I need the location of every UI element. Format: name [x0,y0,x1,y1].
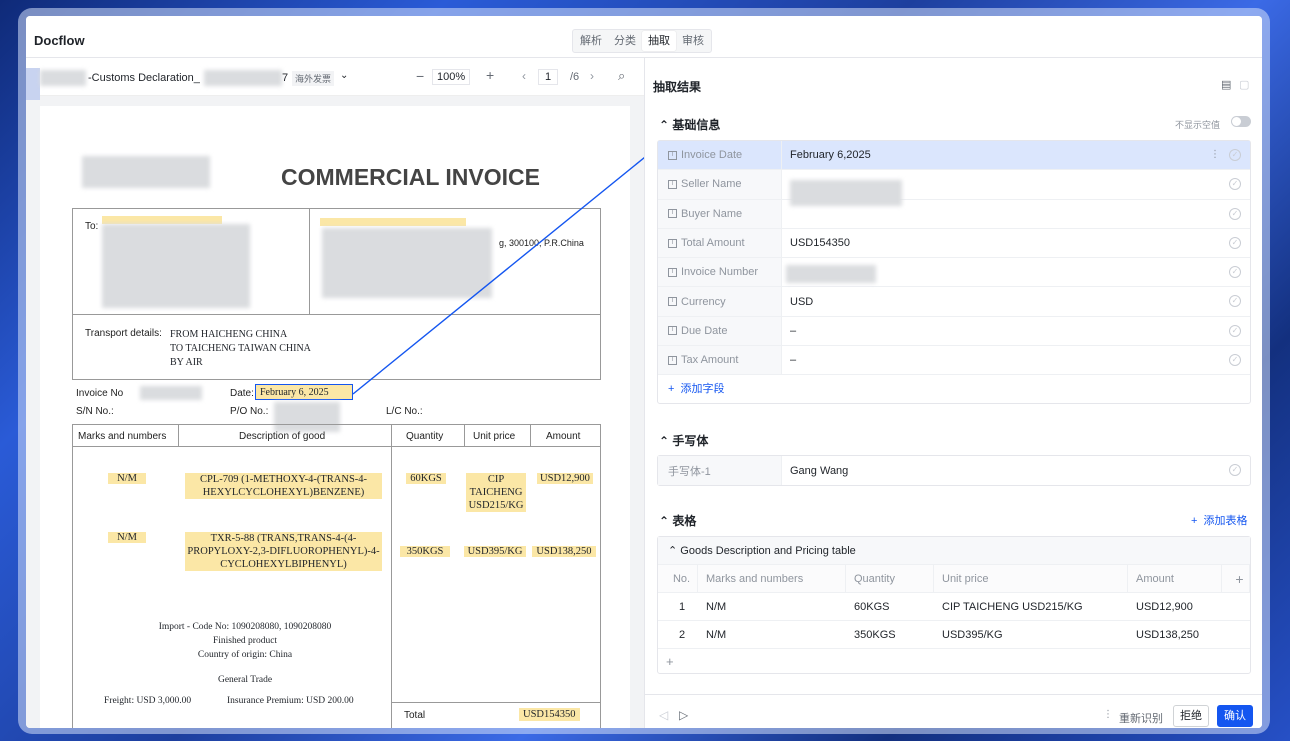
field-row-invoice-number[interactable]: T Invoice Number ✓ [658,258,1250,288]
check-circle-icon[interactable]: ✓ [1229,149,1241,161]
table-row[interactable]: 2 N/M 350KGS USD395/KG USD138,250 [658,621,1250,649]
check-circle-icon[interactable]: ✓ [1229,464,1241,476]
more-icon[interactable]: ⋮ [1103,709,1113,720]
results-panel: 抽取结果 ▤ ▢ ⌃ 基础信息 不显示空值 T Invoice Date Febru… [644,58,1262,728]
text-field-icon: T [668,150,677,160]
field-row-total-amount[interactable]: T Total Amount USD154350 ✓ [658,228,1250,259]
field-row-handwriting[interactable]: 手写体-1 Gang Wang ✓ [658,456,1250,486]
document-view-icon[interactable]: ▤ [1221,78,1231,91]
file-view-icon[interactable]: ▢ [1239,78,1249,91]
check-circle-icon[interactable]: ✓ [1229,295,1241,308]
add-row-icon[interactable]: + [658,649,1250,675]
table-header[interactable]: ⌃ 表格 [659,512,696,529]
handwriting-fields: 手写体-1 Gang Wang ✓ [657,455,1251,487]
text-field-icon: T [668,238,677,248]
field-row-due-date[interactable]: T Due Date – ✓ [658,316,1250,347]
add-field-button[interactable]: + 添加字段 [658,375,1250,403]
field-row-currency[interactable]: T Currency USD ✓ [658,287,1250,317]
check-circle-icon[interactable]: ✓ [1229,354,1241,367]
chevron-up-icon: ⌃ [659,434,673,448]
check-circle-icon[interactable]: ✓ [1229,324,1241,337]
hide-empty-toggle[interactable] [1231,116,1251,127]
next-icon[interactable]: ▷ [679,708,688,722]
text-field-icon: T [668,326,677,336]
check-circle-icon[interactable]: ✓ [1229,236,1241,249]
text-field-icon: T [668,179,677,189]
check-circle-icon[interactable]: ✓ [1229,207,1241,220]
confirm-button[interactable]: 确认 [1217,705,1253,727]
text-field-icon: T [668,355,677,365]
text-field-icon: T [668,267,677,277]
field-row-seller-name[interactable]: T Seller Name ✓ [658,170,1250,207]
chevron-up-icon: ⌃ [668,545,681,557]
docflow-app: Docflow 解析 分类 抽取 审核 -Customs Declaration… [26,16,1262,728]
reject-button[interactable]: 拒绝 [1173,705,1209,727]
panel-title: 抽取结果 [653,80,702,94]
panel-footer: ◁ ▷ ⋮ 重新识别 拒绝 确认 [645,694,1262,728]
chevron-up-icon: ⌃ [659,514,673,528]
basic-fields: T Invoice Date February 6,2025 ⋮ ✓ T Seller N… [657,140,1251,405]
window-frame: Docflow 解析 分类 抽取 审核 -Customs Declaration… [18,8,1270,734]
goods-table-title[interactable]: ⌃ Goods Description and Pricing table [658,537,1250,565]
add-table-button[interactable]: + 添加表格 [1191,512,1248,528]
field-row-buyer-name[interactable]: T Buyer Name ✓ [658,199,1250,229]
goods-table: ⌃ Goods Description and Pricing table No… [657,536,1251,674]
add-column-icon[interactable]: + [1222,565,1250,592]
basic-info-header[interactable]: ⌃ 基础信息 [659,116,720,133]
check-circle-icon[interactable]: ✓ [1229,178,1241,191]
chevron-up-icon: ⌃ [659,118,673,132]
text-field-icon: T [668,209,677,219]
handwriting-header[interactable]: ⌃ 手写体 [659,432,708,449]
field-row-invoice-date[interactable]: T Invoice Date February 6,2025 ⋮ ✓ [658,141,1250,171]
reprocess-button[interactable]: 重新识别 [1119,710,1163,726]
goods-table-head: No. Marks and numbers Quantity Unit pric… [658,565,1250,593]
field-row-tax-amount[interactable]: T Tax Amount – ✓ [658,346,1250,376]
prev-icon[interactable]: ◁ [659,708,668,722]
text-field-icon: T [668,297,677,307]
table-row[interactable]: 1 N/M 60KGS CIP TAICHENG USD215/KG USD12,900 [658,593,1250,621]
more-icon[interactable]: ⋮ [1210,149,1220,160]
check-circle-icon[interactable]: ✓ [1229,266,1241,279]
